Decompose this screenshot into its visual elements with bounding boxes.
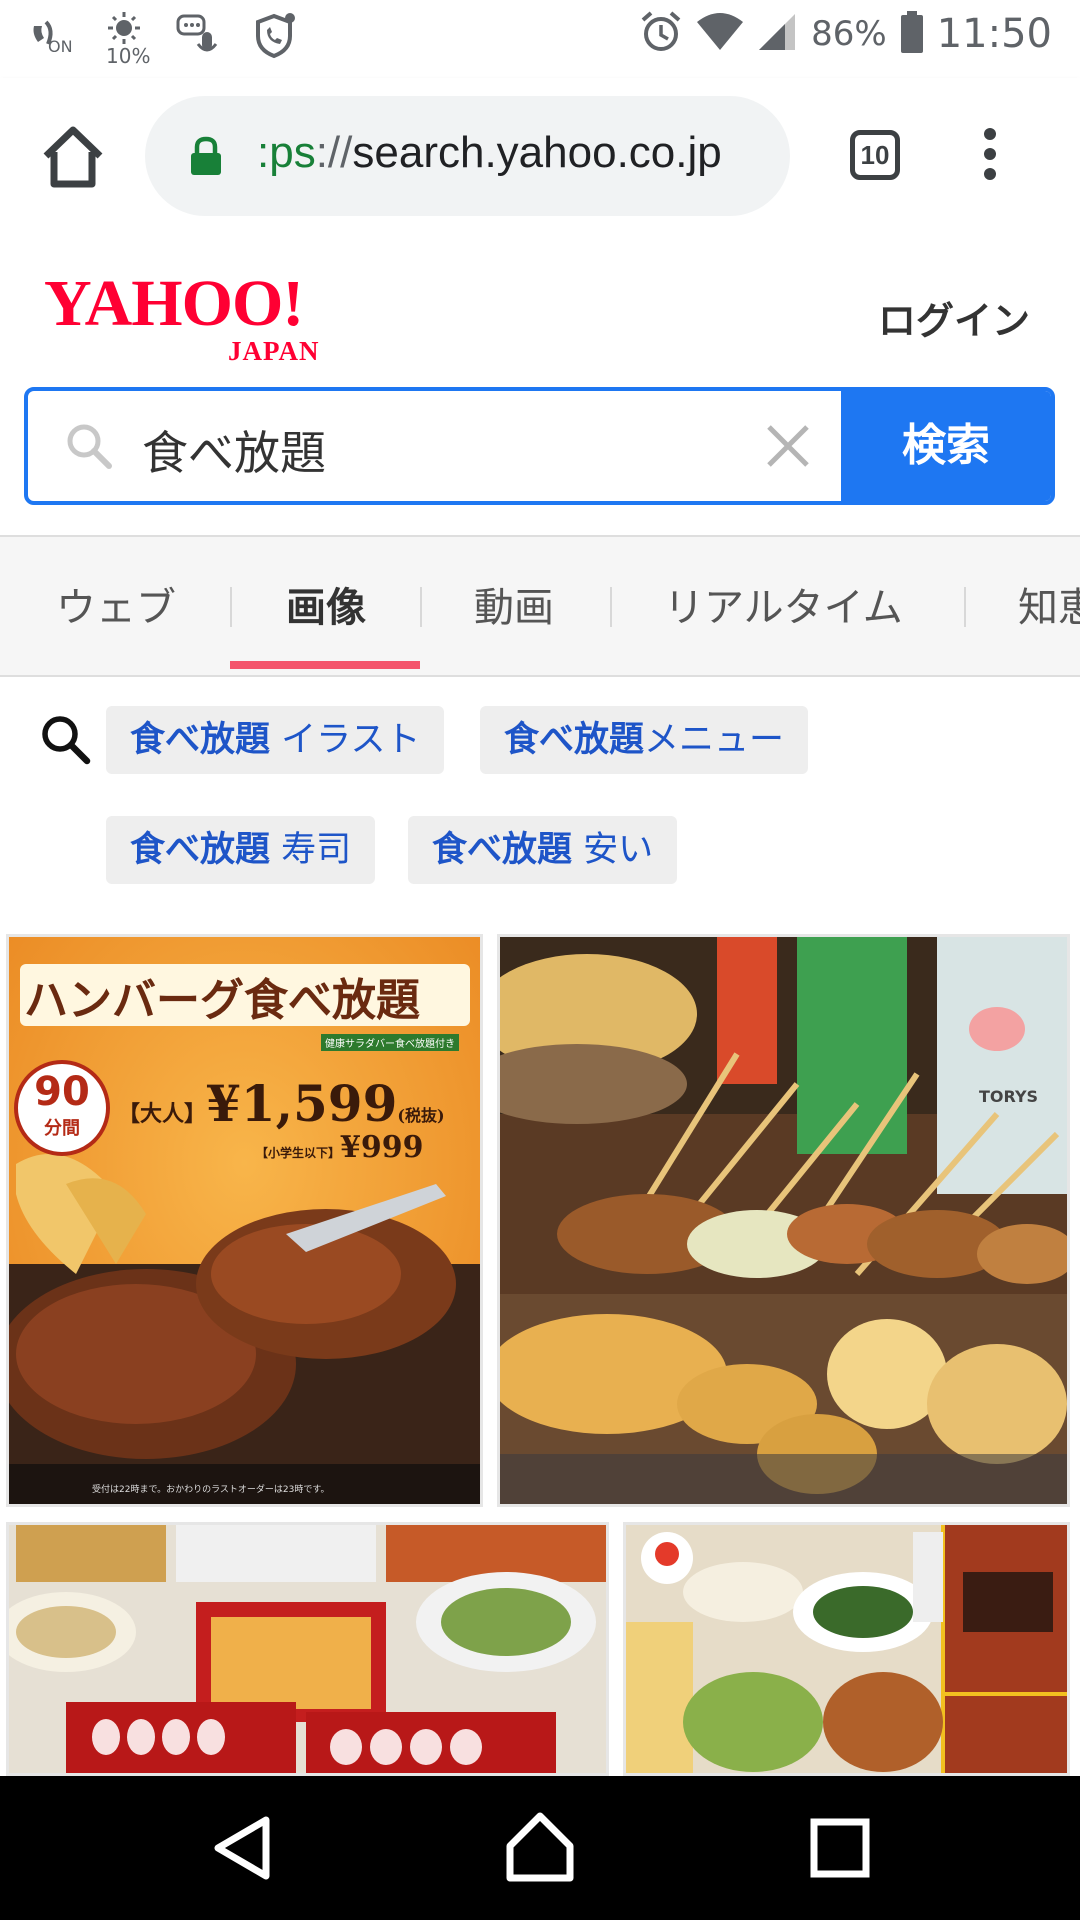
tab-chiebukuro[interactable]: 知恵 [1018, 575, 1080, 633]
wifi-icon [697, 12, 744, 56]
search-form: 食べ放題 検索 [24, 387, 1055, 505]
tab-divider [230, 587, 232, 627]
tab-divider [964, 587, 966, 627]
search-input[interactable]: 食べ放題 [142, 417, 326, 483]
search-category-tabs: ウェブ 画像 動画 リアルタイム 知恵 [0, 535, 1080, 677]
address-bar[interactable]: :ps://search.yahoo.co.jp [145, 96, 790, 216]
home-icon[interactable] [38, 122, 108, 192]
battery-icon [900, 11, 923, 57]
overflow-menu-icon[interactable] [980, 128, 1000, 188]
clock: 11:50 [936, 11, 1052, 57]
related-chip[interactable]: 食べ放題メニュー [480, 706, 809, 774]
tab-divider [610, 587, 612, 627]
tab-realtime[interactable]: リアルタイム [664, 575, 903, 633]
recents-icon[interactable] [804, 1812, 876, 1884]
site-header: YAHOO! JAPAN ログイン [0, 240, 1080, 380]
cup-caption: TORYS [979, 1087, 1038, 1106]
security-call-icon [250, 12, 298, 60]
salad-note: 健康サラダバー食べ放題付き [321, 1034, 459, 1051]
battery-percent: 86% [811, 14, 887, 54]
nfc-on-icon: ON [28, 12, 76, 60]
related-chip[interactable]: 食べ放題 寿司 [106, 816, 376, 884]
image-result[interactable] [6, 1522, 609, 1776]
search-icon [67, 424, 112, 469]
active-tab-indicator [230, 661, 420, 669]
ad-title: ハンバーグ食べ放題 [24, 975, 420, 1026]
related-search-icon [42, 716, 91, 765]
footer-note: 受付は22時まで。おかわりのラストオーダーは23時です。 [92, 1485, 330, 1495]
login-link[interactable]: ログイン [878, 290, 1030, 345]
related-chip[interactable]: 食べ放題 安い [408, 816, 678, 884]
yahoo-japan-logo[interactable]: YAHOO! JAPAN [44, 267, 364, 366]
url-text: :ps://search.yahoo.co.jp [257, 128, 722, 177]
time-badge: 90 分間 [14, 1060, 110, 1156]
status-bar: ON 10% 86% 11:50 [0, 0, 1080, 78]
alarm-icon [639, 10, 683, 58]
brightness-label: 10% [106, 44, 151, 68]
image-result[interactable]: ハンバーグ食べ放題 健康サラダバー食べ放題付き 90 分間 【大人】¥1,599… [6, 934, 483, 1507]
adult-price-line: 【大人】¥1,599(税抜) [118, 1074, 445, 1133]
lock-icon [191, 136, 221, 175]
tab-video[interactable]: 動画 [474, 575, 554, 633]
tab-divider [420, 587, 422, 627]
back-icon[interactable] [208, 1812, 280, 1884]
voice-message-icon [176, 12, 224, 60]
clear-icon[interactable] [763, 421, 813, 471]
brightness-icon: 10% [102, 12, 150, 68]
child-price-line: 【小学生以下】¥999 [256, 1130, 424, 1165]
tab-switcher-button[interactable]: 10 [850, 130, 900, 180]
tab-images[interactable]: 画像 [286, 575, 366, 633]
image-result[interactable]: TORYS [497, 934, 1070, 1507]
browser-toolbar: :ps://search.yahoo.co.jp 10 [0, 78, 1080, 240]
home-nav-icon[interactable] [504, 1812, 576, 1884]
buffet-spread-image [6, 1522, 609, 1776]
related-chip[interactable]: 食べ放題 イラスト [106, 706, 445, 774]
signal-icon [757, 12, 797, 56]
system-navigation-bar [0, 1776, 1080, 1920]
nfc-label: ON [48, 37, 73, 56]
izakaya-image [623, 1522, 1070, 1776]
search-button[interactable]: 検索 [841, 391, 1051, 501]
tab-web[interactable]: ウェブ [56, 575, 176, 633]
image-result[interactable] [623, 1522, 1070, 1776]
skewers-image: TORYS [497, 934, 1070, 1507]
